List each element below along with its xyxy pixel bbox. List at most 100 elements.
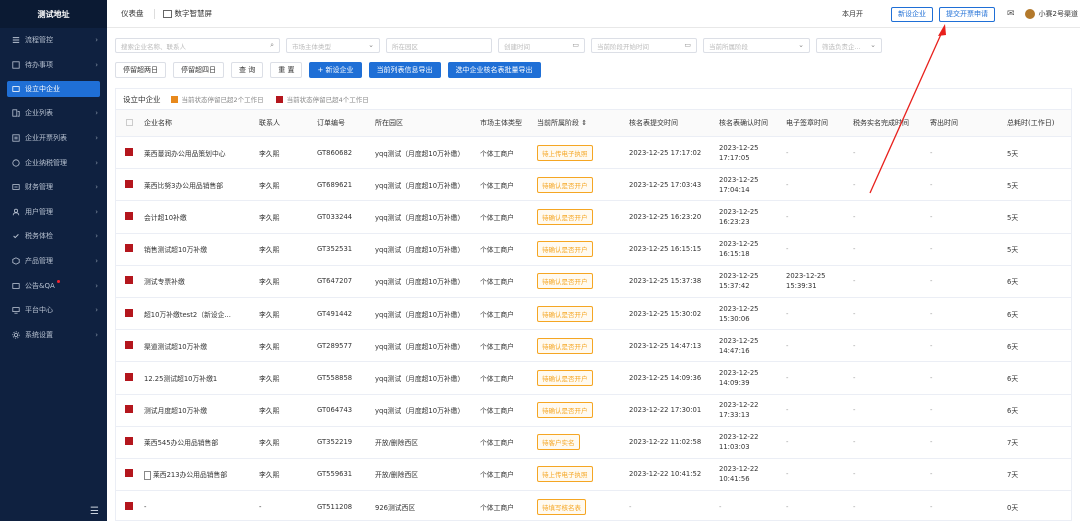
sidebar-item-label: 财务管理 <box>25 183 53 192</box>
sidebar-item-list[interactable]: 企业列表 › <box>0 101 107 126</box>
type-cell: 个体工商户 <box>480 233 537 266</box>
stage-badge[interactable]: 待确认是否开户 <box>537 369 593 386</box>
sidebar-item-user[interactable]: 用户管理 › <box>0 200 107 225</box>
table-row[interactable]: 莱西545办公用品销售部 李久熙 GT352219 开放/删除西区 个体工商户 待客户实名… <box>116 426 1071 459</box>
sidebar-item-platform[interactable]: 平台中心 › <box>0 298 107 323</box>
status-marker[interactable] <box>125 276 133 285</box>
table-row[interactable]: 莱西蔓润办公用品策划中心 李久熙 GT860682 yqq测试（月度超10万补缴） 个体… <box>116 136 1071 170</box>
empty: - <box>853 148 856 157</box>
table-row[interactable]: 超10万补缴test2（新设企... 李久熙 GT491442 yqq测试（月度超10… <box>116 297 1071 331</box>
park-input[interactable]: 所在园区 <box>386 38 492 53</box>
empty: - <box>853 470 856 479</box>
overdue-4-button[interactable]: 停留超四日 <box>173 62 224 78</box>
export-list-button[interactable]: 当前列表信息导出 <box>368 62 441 78</box>
reset-button[interactable]: 重 置 <box>270 62 303 78</box>
export-selected-button[interactable]: 选中企业核名表批量导出 <box>447 62 541 78</box>
company-name-cell[interactable]: 12.25测试超10万补缴1 <box>144 361 259 395</box>
total-cell: 6天 <box>1007 394 1071 427</box>
add-company-button[interactable]: + 新设企业 <box>309 62 362 78</box>
sidebar-item-product[interactable]: 产品管理 › <box>0 249 107 274</box>
status-marker[interactable] <box>125 308 133 317</box>
contact-cell: 李久熙 <box>259 458 317 492</box>
company-name-cell[interactable]: 测试月度超10万补缴 <box>144 394 259 427</box>
table-row[interactable]: 莱西213办公用品销售部 李久熙 GT559631 开放/删除西区 个体工商户 待上传电子… <box>116 458 1071 492</box>
menu-collapse-icon[interactable]: ☰ <box>90 506 99 517</box>
submit-cell: 2023-12-22 17:30:01 <box>629 394 719 427</box>
company-name-cell[interactable]: 会计超10补缴 <box>144 200 259 234</box>
sidebar-item-finance[interactable]: 财务管理 › <box>0 175 107 200</box>
company-name-cell[interactable]: 莱西蔓润办公用品策划中心 <box>144 136 259 170</box>
company-name-cell[interactable]: 渠道测试超10万补缴 <box>144 329 259 363</box>
create-time-picker[interactable]: 创建时间 ▭ <box>498 38 585 53</box>
status-marker[interactable] <box>125 469 133 478</box>
table-row[interactable]: 测试专票补缴 李久熙 GT647207 yqq测试（月度超10万补缴） 个体工商户 待确认… <box>116 265 1071 298</box>
owner-filter-select[interactable]: 筛选负责企... ⌄ <box>816 38 882 53</box>
col-header-sortable[interactable]: 当前所属阶段 ⇕ <box>537 109 629 137</box>
stage-start-picker[interactable]: 当前阶段开始时间 ▭ <box>591 38 697 53</box>
stage-badge[interactable]: 待确认是否开户 <box>537 402 593 419</box>
status-marker[interactable] <box>125 437 133 446</box>
status-marker[interactable] <box>125 405 133 414</box>
status-marker[interactable] <box>125 147 133 156</box>
status-marker[interactable] <box>125 372 133 381</box>
sidebar-item-company[interactable]: 设立中企业 <box>7 81 100 98</box>
entity-type-select[interactable]: 市场主体类型 ⌄ <box>286 38 380 53</box>
company-name-cell[interactable]: 莱西比努3办公用品销售部 <box>144 168 259 202</box>
select-all-checkbox[interactable] <box>116 109 144 137</box>
company-name-cell[interactable]: 莱西213办公用品销售部 <box>144 458 259 492</box>
order-cell: GT558858 <box>317 361 375 395</box>
sidebar-item-todo[interactable]: 待办事项 › <box>0 53 107 78</box>
company-name-cell[interactable]: - <box>144 490 259 521</box>
overdue-2-button[interactable]: 停留超两日 <box>115 62 166 78</box>
table-row[interactable]: - - GT511208 926测试西区 个体工商户 待填写核名表 - - - - -0天 <box>116 490 1071 521</box>
order-cell: GT289577 <box>317 329 375 363</box>
invoice-apply-button[interactable]: 提交开票申请 <box>938 6 995 22</box>
table-row[interactable]: 莱西比努3办公用品销售部 李久熙 GT689621 yqq测试（月度超10万补缴） 个体… <box>116 168 1071 202</box>
mail-icon[interactable]: ✉ <box>1007 9 1015 19</box>
sidebar-item-tax[interactable]: 企业纳税管理 › <box>0 150 107 175</box>
status-marker[interactable] <box>125 179 133 188</box>
sidebar-item-notice[interactable]: 公告&QA › <box>0 273 107 298</box>
company-name-cell[interactable]: 莱西545办公用品销售部 <box>144 426 259 459</box>
tax-cell: - <box>853 233 930 266</box>
stage-badge[interactable]: 待确认是否开户 <box>537 176 593 193</box>
stage-badge[interactable]: 待确认是否开户 <box>537 241 593 258</box>
status-marker[interactable] <box>125 211 133 220</box>
stage-badge[interactable]: 待确认是否开户 <box>537 337 593 354</box>
stage-badge[interactable]: 待上传电子执照 <box>537 466 593 483</box>
company-name-cell[interactable]: 超10万补缴test2（新设企... <box>144 297 259 331</box>
table-row[interactable]: 会计超10补缴 李久熙 GT033244 yqq测试（月度超10万补缴） 个体工商户 待确… <box>116 200 1071 234</box>
settings-icon <box>11 330 20 339</box>
new-company-button[interactable]: 新设企业 <box>890 6 933 22</box>
stage-badge[interactable]: 待确认是否开户 <box>537 273 593 290</box>
stage-badge[interactable]: 待上传电子执照 <box>537 144 593 161</box>
sidebar-item-invoice[interactable]: 企业开票列表 › <box>0 126 107 151</box>
stage-select[interactable]: 当前所属阶段 ⌄ <box>703 38 810 53</box>
sidebar-item-flow[interactable]: 流程管控 › <box>0 28 107 53</box>
sidebar-item-label: 税务体检 <box>25 232 53 241</box>
stage-badge[interactable]: 待填写核名表 <box>537 498 586 515</box>
table-row[interactable]: 测试月度超10万补缴 李久熙 GT064743 yqq测试（月度超10万补缴） 个体工商… <box>116 394 1071 427</box>
status-marker[interactable] <box>125 340 133 349</box>
status-marker[interactable] <box>125 501 133 510</box>
stage-badge[interactable]: 待确认是否开户 <box>537 208 593 225</box>
submit-cell: 2023-12-25 14:09:36 <box>629 361 719 395</box>
company-name-cell[interactable]: 测试专票补缴 <box>144 265 259 298</box>
tab-dashboard[interactable]: 仪表盘 <box>121 8 144 19</box>
user-menu[interactable]: 小赛2号渠道 <box>1024 9 1078 19</box>
sidebar-item-check[interactable]: 税务体检 › <box>0 224 107 249</box>
company-name-cell[interactable]: 销售测试超10万补缴 <box>144 233 259 266</box>
sidebar-item-settings[interactable]: 系统设置 › <box>0 323 107 348</box>
table-row[interactable]: 12.25测试超10万补缴1 李久熙 GT558858 yqq测试（月度超10万补缴）… <box>116 361 1071 395</box>
query-button[interactable]: 查 询 <box>231 62 264 78</box>
stage-badge[interactable]: 待确认是否开户 <box>537 305 593 322</box>
table-row[interactable]: 销售测试超10万补缴 李久熙 GT352531 yqq测试（月度超10万补缴） 个体工商… <box>116 233 1071 266</box>
search-input[interactable]: 搜索企业名称、联系人 ⌕ <box>115 38 280 53</box>
stage-badge[interactable]: 待客户实名 <box>537 434 580 451</box>
order-cell: GT033244 <box>317 200 375 234</box>
tab-digital-screen[interactable]: 数字智慧屏 <box>162 8 212 19</box>
status-marker[interactable] <box>125 244 133 253</box>
table-row[interactable]: 渠道测试超10万补缴 李久熙 GT289577 yqq测试（月度超10万补缴） 个体工商… <box>116 329 1071 363</box>
stage-cell: 待确认是否开户 <box>537 361 629 395</box>
confirm-cell: 2023-12-22 17:33:13 <box>719 394 786 427</box>
